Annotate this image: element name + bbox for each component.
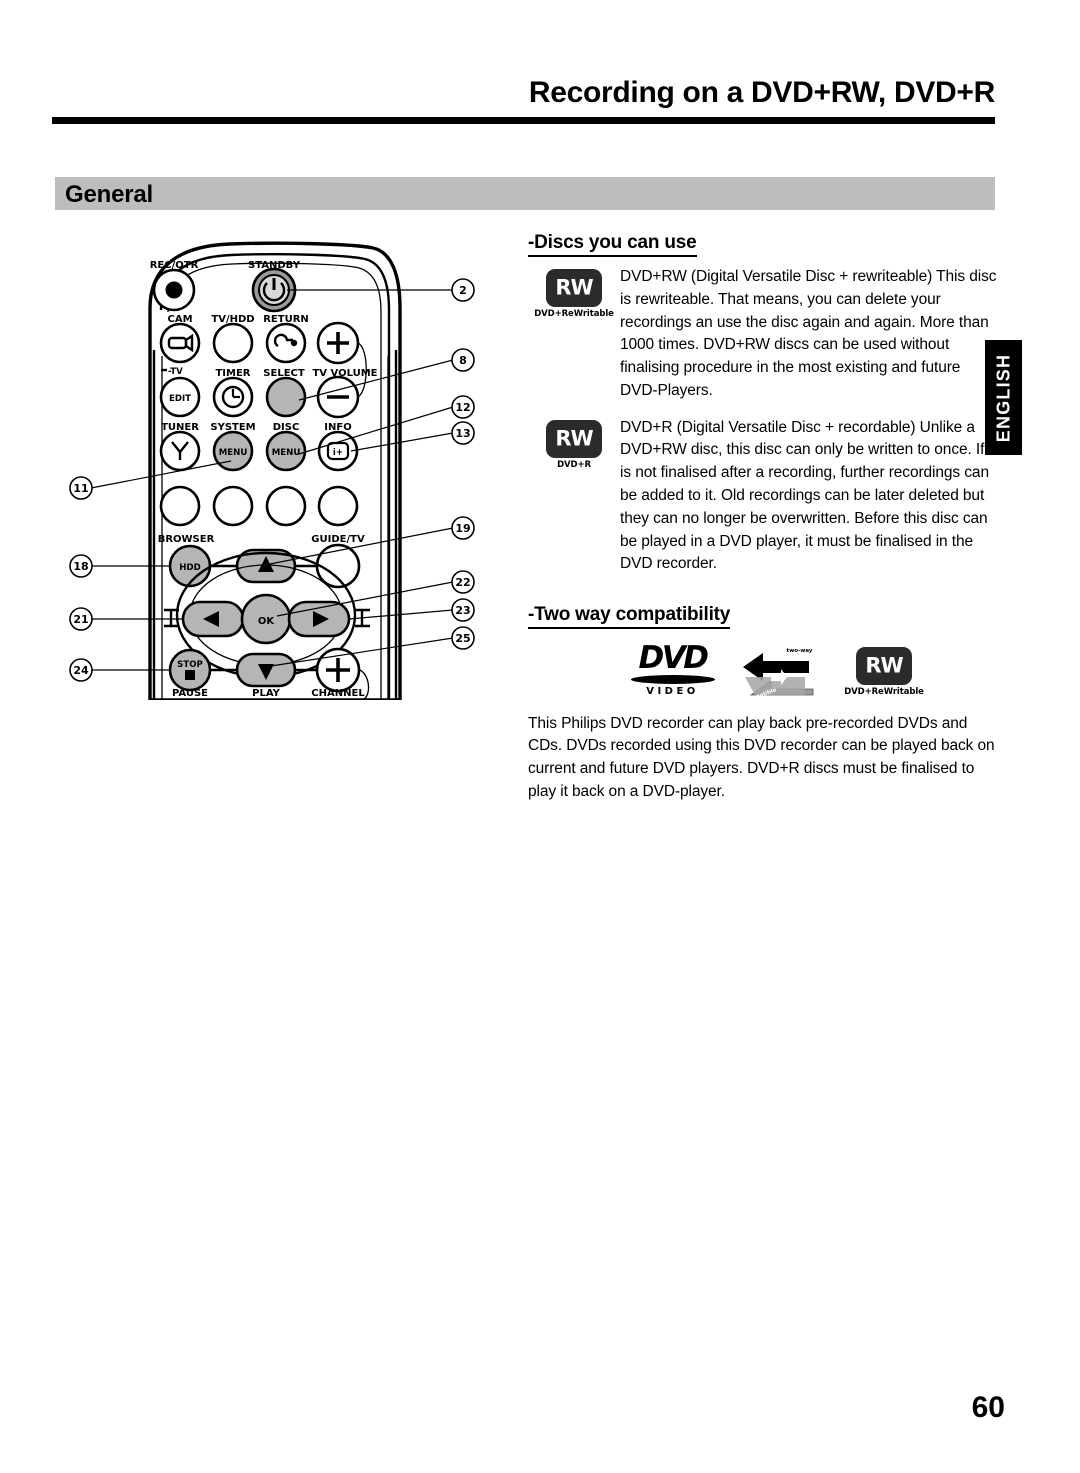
svg-text:11: 11 [73,482,88,495]
two-way-caption-top: two-way [786,647,813,654]
svg-text:21: 21 [73,613,88,626]
dvd-video-logo-word: DVD [638,640,709,677]
disc-block-dvdrw: RW DVD+ReWritable DVD+RW (Digital Versat… [528,266,1000,403]
svg-text:8: 8 [459,354,467,367]
section-banner-label: General [65,181,153,208]
rw-badge-caption-dvdr: DVD+R [557,459,591,470]
svg-text:24: 24 [73,664,89,677]
svg-text:13: 13 [455,427,470,440]
svg-text:12: 12 [455,401,470,414]
compat-rw-badge-icon: RW [856,646,912,685]
compatibility-description: This Philips DVD recorder can play back … [528,714,995,800]
compatibility-logo-row: DVD VIDEO two-way compatible RW DVD+ReWr… [528,640,1000,704]
label-system-menu: MENU [219,448,248,458]
svg-text:18: 18 [73,560,88,573]
svg-text:23: 23 [455,604,470,617]
label-ok: OK [258,616,276,627]
rec-otr-button [165,281,183,299]
dvd-video-logo: DVD VIDEO [627,640,719,697]
page-number: 60 [971,1391,1005,1424]
rw-badge-icon-dvdr: RW [546,419,602,458]
heading-two-way-compatibility: -Two way compatibility [528,604,730,630]
label-pause: PAUSE [172,688,208,699]
svg-text:2: 2 [459,284,467,297]
guide-tv-button [315,543,361,589]
compat-rw-badge-caption: DVD+ReWritable [844,686,924,697]
disc-block-dvdr: RW DVD+R DVD+R (Digital Versatile Disc +… [528,417,1000,576]
section-banner: General [55,177,995,210]
select-button [265,376,307,418]
heading-discs-you-can-use: -Discs you can use [528,232,697,257]
label-play: PLAY [252,688,280,699]
rw-badge-text-dvdr: RW [555,426,593,451]
label-hdd: HDD [179,563,200,573]
remote-side-label: -TV [168,367,183,377]
svg-text:22: 22 [455,576,470,589]
label-edit: EDIT [169,394,191,404]
content-column: -Discs you can use RW DVD+ReWritable DVD… [528,232,1000,804]
rw-badge-caption: DVD+ReWritable [534,309,614,319]
dvdrw-logo: RW DVD+ReWritable [528,266,620,319]
label-browser: BROWSER [158,534,215,545]
blank-button-4 [317,485,359,527]
compat-rw-badge-text: RW [865,653,903,678]
tv-hdd-button [212,322,254,364]
label-disc-menu: MENU [272,448,301,458]
page-title: Recording on a DVD+RW, DVD+R [528,76,995,109]
rw-badge-icon: RW [546,269,602,307]
dvdr-description: DVD+R (Digital Versatile Disc + recordab… [620,418,997,573]
dvd-video-logo-sub: VIDEO [646,685,699,697]
label-channel: CHANNEL [311,688,365,699]
svg-text:19: 19 [455,522,470,535]
blank-button-3 [265,485,307,527]
svg-text:25: 25 [455,632,470,645]
rw-badge-text: RW [555,275,593,300]
label-stop: STOP [177,660,203,670]
dvdrw-description: DVD+RW (Digital Versatile Disc + rewrite… [620,268,997,399]
two-way-arrow-icon: two-way compatible [741,647,815,704]
label-info-glyph: i+ [333,448,343,458]
compat-rw-logo: RW DVD+ReWritable [837,646,932,697]
header-divider [52,117,995,124]
dvdr-logo: RW DVD+R [528,417,620,470]
page-header: Recording on a DVD+RW, DVD+R [0,0,1080,130]
remote-control-diagram: .bl { fill:none; stroke:#000; stroke-wid… [55,230,505,700]
blank-button-1 [159,485,201,527]
label-guide-tv: GUIDE/TV [311,534,365,545]
callout-13: 13 [350,421,475,452]
blank-button-2 [212,485,254,527]
stop-square-icon [185,670,195,680]
